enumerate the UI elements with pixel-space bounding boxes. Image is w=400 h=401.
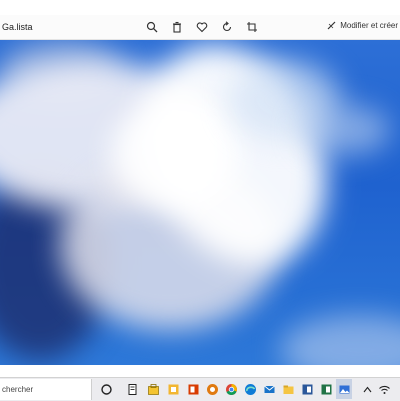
search-box[interactable]: chercher [0,379,92,400]
search-text: chercher [2,385,34,394]
rotate-icon[interactable] [218,18,236,36]
crop-icon[interactable] [243,18,261,36]
taskbar: chercher [0,377,400,401]
photos-icon[interactable] [336,379,352,399]
title-bar [0,0,400,15]
toolbar-actions [143,18,268,36]
edge-icon[interactable] [224,382,238,396]
task-view-icon[interactable] [99,382,113,396]
mail-icon[interactable] [262,382,276,396]
file-explorer-icon[interactable] [281,382,295,396]
edge-browser-icon[interactable] [243,382,257,396]
delete-icon[interactable] [168,18,186,36]
system-tray-icon[interactable] [360,382,374,396]
store-icon[interactable] [125,382,139,396]
excel-icon[interactable] [319,382,333,396]
zoom-icon[interactable] [143,18,161,36]
word-icon[interactable] [300,382,314,396]
sticky-notes-icon[interactable] [146,382,160,396]
photo-image [0,40,400,365]
edit-icon [327,21,336,30]
photo-bottom-margin [0,365,400,377]
stopwatch-icon[interactable] [186,382,200,396]
file-name: Ga.lista [2,22,33,32]
office-icon[interactable] [166,382,180,396]
favorite-icon[interactable] [193,18,211,36]
chrome-icon[interactable] [205,382,219,396]
photo-toolbar: Ga.lista Modifier et créer [0,15,400,40]
edit-create-label: Modifier et créer [340,20,398,30]
edit-create-button[interactable]: Modifier et créer [327,20,398,30]
wifi-icon[interactable] [377,382,391,396]
